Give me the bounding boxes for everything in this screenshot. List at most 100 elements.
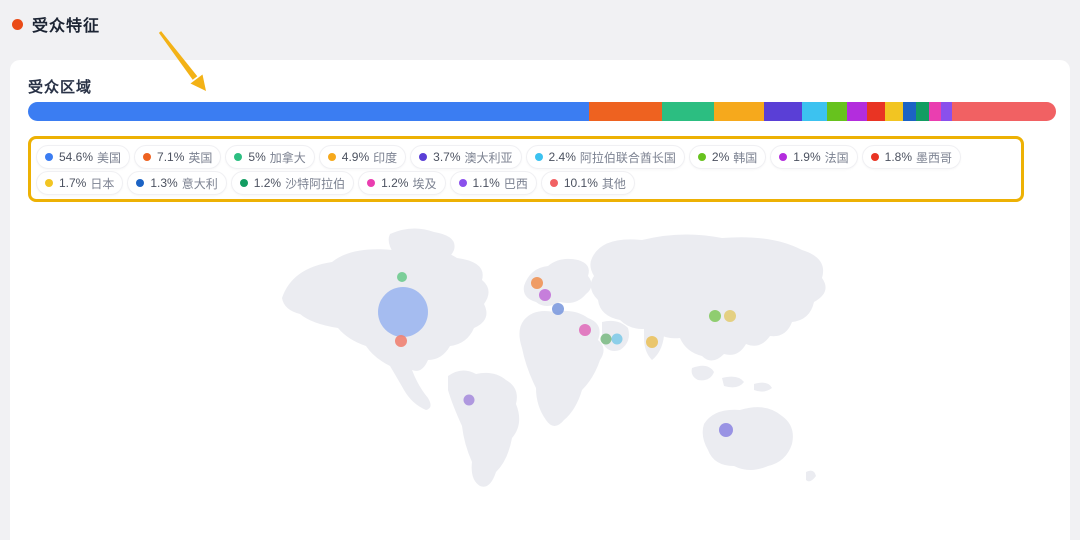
bar-segment-3 xyxy=(714,102,764,121)
legend-item-3: 4.9% 印度 xyxy=(319,145,406,169)
legend-country: 韩国 xyxy=(733,149,757,166)
legend-item-10: 1.3% 意大利 xyxy=(127,171,226,195)
bar-segment-0 xyxy=(28,102,589,121)
legend-dot-icon xyxy=(871,153,879,161)
region-stacked-bar xyxy=(28,102,1056,121)
legend-country: 其他 xyxy=(602,175,626,192)
map-bubble-japan xyxy=(724,310,736,322)
legend-percent: 4.9% xyxy=(342,150,369,164)
audience-region-card: 受众区域 54.6%美国 7.1% 英国 5% 加拿大 4.9% 印度 3.7% 澳大利亚 2.4… xyxy=(10,60,1070,540)
legend-percent: 7.1% xyxy=(157,150,184,164)
map-bubble-italy xyxy=(552,303,564,315)
legend-dot-icon xyxy=(240,179,248,187)
legend-dot-icon xyxy=(535,153,543,161)
map-bubble-mexico xyxy=(395,335,407,347)
legend-country: 英国 xyxy=(188,149,212,166)
legend-item-8: 1.8% 墨西哥 xyxy=(862,145,961,169)
legend-item-4: 3.7% 澳大利亚 xyxy=(410,145,521,169)
legend-percent: 2.4% xyxy=(549,150,576,164)
legend-dot-icon xyxy=(328,153,336,161)
legend-country: 日本 xyxy=(90,175,114,192)
world-map-land xyxy=(282,228,826,486)
legend-dot-icon xyxy=(367,179,375,187)
bar-segment-2 xyxy=(662,102,713,121)
legend-country: 澳大利亚 xyxy=(465,149,513,166)
legend-percent: 5% xyxy=(248,150,265,164)
bar-segment-9 xyxy=(885,102,902,121)
legend-percent: 1.8% xyxy=(885,150,912,164)
legend-item-7: 1.9% 法国 xyxy=(770,145,857,169)
section-bullet-icon xyxy=(12,19,23,30)
legend-item-13: 1.1% 巴西 xyxy=(450,171,537,195)
legend-percent: 1.1% xyxy=(473,176,500,190)
map-bubble-united-states xyxy=(378,287,428,337)
section-title: 受众特征 xyxy=(32,12,100,36)
legend-percent: 1.9% xyxy=(793,150,820,164)
legend-percent: 1.3% xyxy=(150,176,177,190)
map-bubble-australia xyxy=(719,423,733,437)
legend-dot-icon xyxy=(550,179,558,187)
bar-segment-14 xyxy=(952,102,1056,121)
map-bubble-india xyxy=(646,336,658,348)
bar-segment-11 xyxy=(916,102,928,121)
legend-item-1: 7.1% 英国 xyxy=(134,145,221,169)
bar-segment-6 xyxy=(827,102,848,121)
legend-dot-icon xyxy=(698,153,706,161)
legend-item-11: 1.2% 沙特阿拉伯 xyxy=(231,171,354,195)
legend-country: 阿拉伯联合酋长国 xyxy=(580,149,676,166)
map-bubble-saudi-arabia xyxy=(601,334,612,345)
map-bubble-brazil xyxy=(464,395,475,406)
legend-country: 沙特阿拉伯 xyxy=(285,175,345,192)
legend-country: 意大利 xyxy=(182,175,218,192)
map-bubble-south-korea xyxy=(709,310,721,322)
legend-item-5: 2.4% 阿拉伯联合酋长国 xyxy=(526,145,685,169)
legend-item-12: 1.2% 埃及 xyxy=(358,171,445,195)
legend-country: 墨西哥 xyxy=(916,149,952,166)
legend-dot-icon xyxy=(45,153,53,161)
legend-item-6: 2% 韩国 xyxy=(689,145,766,169)
card-heading: 受众区域 xyxy=(28,76,92,97)
legend-percent: 1.2% xyxy=(254,176,281,190)
legend-row-1: 54.6%美国 7.1% 英国 5% 加拿大 4.9% 印度 3.7% 澳大利亚 2.4% 阿拉伯联… xyxy=(36,145,1016,169)
bar-segment-13 xyxy=(941,102,952,121)
legend-country: 法国 xyxy=(825,149,849,166)
legend-country: 埃及 xyxy=(412,175,436,192)
legend-item-14: 10.1% 其他 xyxy=(541,171,635,195)
bar-segment-12 xyxy=(929,102,941,121)
legend-percent: 1.7% xyxy=(59,176,86,190)
legend-percent: 2% xyxy=(712,150,729,164)
legend-dot-icon xyxy=(136,179,144,187)
bar-segment-1 xyxy=(589,102,662,121)
legend-percent: 10.1% xyxy=(564,176,598,190)
map-bubble-egypt xyxy=(579,324,591,336)
bar-segment-4 xyxy=(764,102,802,121)
legend-dot-icon xyxy=(143,153,151,161)
legend-percent: 1.2% xyxy=(381,176,408,190)
map-bubble-france xyxy=(539,289,551,301)
bar-segment-7 xyxy=(847,102,867,121)
annotation-arrow-icon xyxy=(148,28,220,100)
legend-row-2: 1.7% 日本 1.3% 意大利 1.2% 沙特阿拉伯 1.2% 埃及 1.1% 巴西 10.1% 其… xyxy=(36,171,1016,195)
legend-percent: 3.7% xyxy=(433,150,460,164)
legend-country: 美国 xyxy=(97,149,121,166)
legend-highlight-box: 54.6%美国 7.1% 英国 5% 加拿大 4.9% 印度 3.7% 澳大利亚 2.4% 阿拉伯联… xyxy=(28,136,1024,202)
legend-item-9: 1.7% 日本 xyxy=(36,171,123,195)
bar-segment-10 xyxy=(903,102,916,121)
legend-dot-icon xyxy=(779,153,787,161)
legend-dot-icon xyxy=(419,153,427,161)
legend-item-2: 5% 加拿大 xyxy=(225,145,314,169)
map-bubble-canada xyxy=(397,272,407,282)
legend-dot-icon xyxy=(234,153,242,161)
legend-dot-icon xyxy=(459,179,467,187)
section-header: 受众特征 xyxy=(12,12,100,36)
legend-country: 印度 xyxy=(373,149,397,166)
map-bubble-united-kingdom xyxy=(531,277,543,289)
world-map xyxy=(262,228,838,512)
legend-country: 加拿大 xyxy=(270,149,306,166)
map-bubble-uae xyxy=(612,334,623,345)
bar-segment-8 xyxy=(867,102,886,121)
bar-segment-5 xyxy=(802,102,827,121)
legend-item-0: 54.6%美国 xyxy=(36,145,130,169)
legend-dot-icon xyxy=(45,179,53,187)
legend-country: 巴西 xyxy=(504,175,528,192)
